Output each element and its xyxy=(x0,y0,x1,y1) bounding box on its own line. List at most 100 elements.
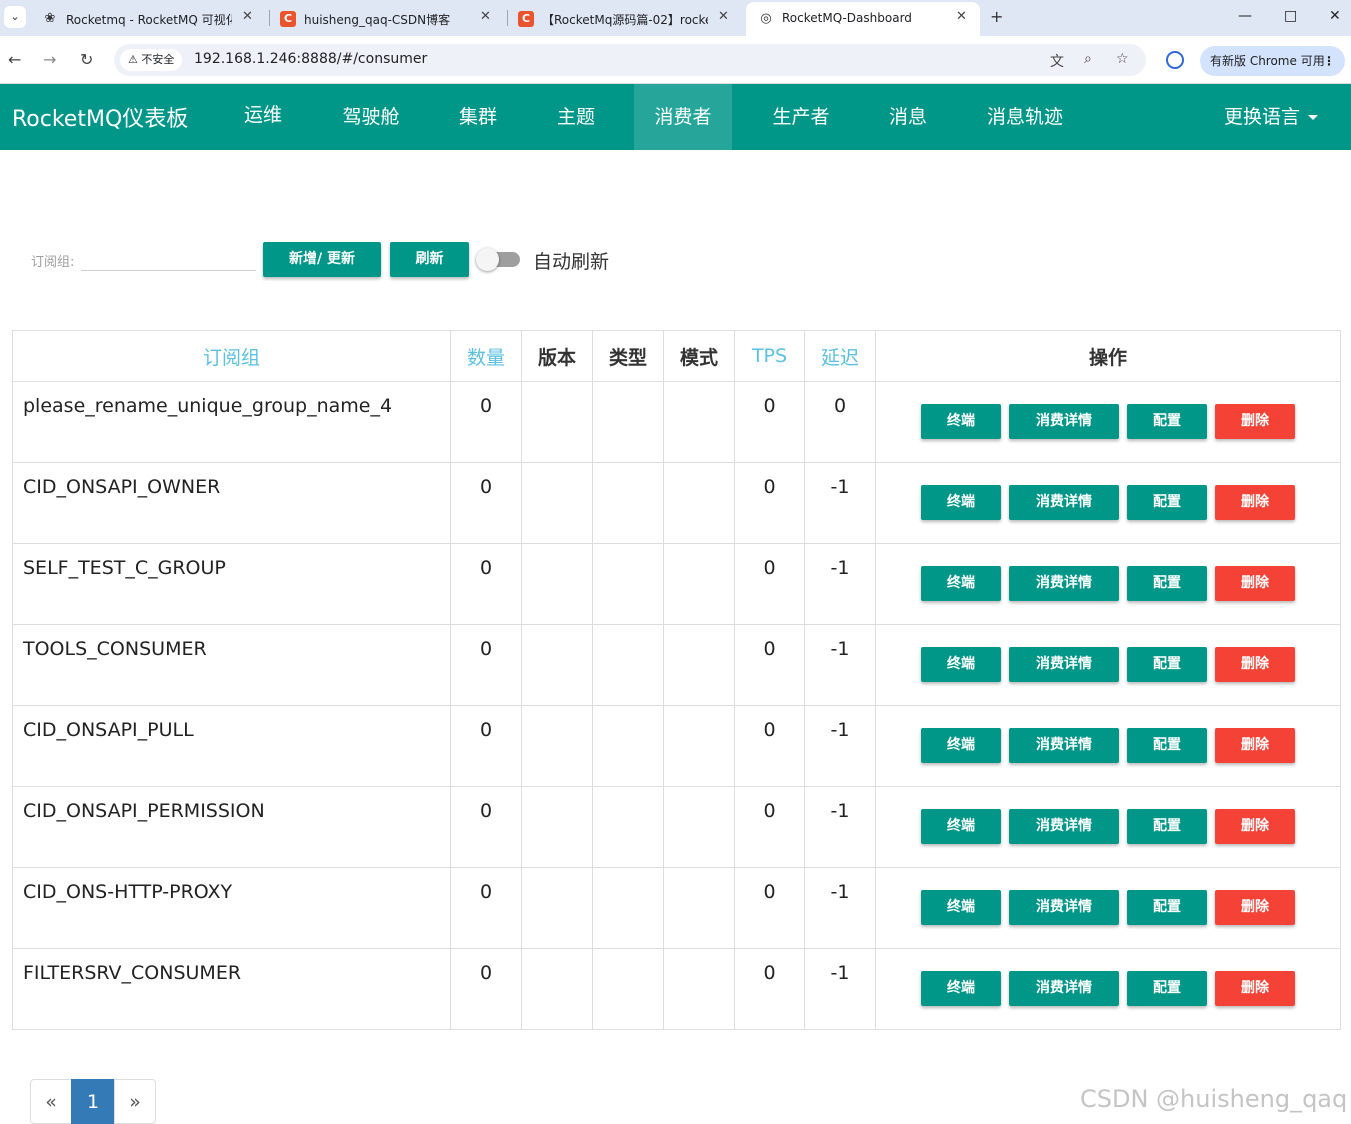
zoom-icon[interactable]: ⌕ xyxy=(1084,51,1092,67)
version-cell xyxy=(521,543,593,625)
kebab-menu-icon[interactable]: ⋮ xyxy=(1323,46,1335,76)
count-cell: 0 xyxy=(450,867,522,949)
subscription-group-input[interactable] xyxy=(81,245,256,271)
nav-item-cluster[interactable]: 集群 xyxy=(438,84,518,150)
add-update-button[interactable]: 新增/ 更新 xyxy=(263,242,381,277)
header-subscription-group[interactable]: 订阅组 xyxy=(12,330,451,382)
openai-icon: ❀ xyxy=(44,11,56,26)
browser-tab-3[interactable]: C 【RocketMq源码篇-02】rocke ✕ xyxy=(506,2,744,34)
security-chip[interactable]: ⚠ 不安全 xyxy=(120,49,183,71)
delete-button[interactable]: 删除 xyxy=(1215,728,1295,763)
config-button[interactable]: 配置 xyxy=(1127,809,1207,844)
delay-cell: -1 xyxy=(804,786,876,868)
nav-item-message[interactable]: 消息 xyxy=(868,84,948,150)
group-cell: please_rename_unique_group_name_4 xyxy=(12,381,451,463)
tab-search-chevron-icon[interactable]: ⌄ xyxy=(4,6,26,28)
browser-tab-2[interactable]: C huisheng_qaq-CSDN博客 ✕ xyxy=(268,2,508,34)
client-button[interactable]: 终端 xyxy=(921,809,1001,844)
maximize-icon[interactable]: □ xyxy=(1284,8,1297,24)
close-tab-icon[interactable]: ✕ xyxy=(718,9,729,24)
pagination-page-current[interactable]: 1 xyxy=(71,1079,115,1124)
consume-detail-button[interactable]: 消费详情 xyxy=(1009,647,1119,682)
nav-item-topic[interactable]: 主题 xyxy=(536,84,616,150)
config-button[interactable]: 配置 xyxy=(1127,971,1207,1006)
language-label: 更换语言 xyxy=(1224,106,1301,128)
client-button[interactable]: 终端 xyxy=(921,404,1001,439)
refresh-button[interactable]: 刷新 xyxy=(390,242,469,277)
tps-cell: 0 xyxy=(734,867,805,949)
auto-refresh-toggle[interactable] xyxy=(476,248,499,271)
config-button[interactable]: 配置 xyxy=(1127,647,1207,682)
header-delay[interactable]: 延迟 xyxy=(804,330,876,382)
consume-detail-button[interactable]: 消费详情 xyxy=(1009,485,1119,520)
type-cell xyxy=(592,381,664,463)
tps-cell: 0 xyxy=(734,381,805,463)
new-tab-icon[interactable]: + xyxy=(990,7,1003,26)
mode-cell xyxy=(663,543,735,625)
pagination-prev[interactable]: « xyxy=(30,1079,72,1124)
url-text[interactable]: 192.168.1.246:8888/#/consumer xyxy=(194,51,427,67)
nav-item-message-trace[interactable]: 消息轨迹 xyxy=(966,84,1084,150)
delete-button[interactable]: 删除 xyxy=(1215,566,1295,601)
forward-arrow-icon[interactable]: → xyxy=(43,50,56,69)
mode-cell xyxy=(663,867,735,949)
delete-button[interactable]: 删除 xyxy=(1215,647,1295,682)
client-button[interactable]: 终端 xyxy=(921,647,1001,682)
brand-title[interactable]: RocketMQ仪表板 xyxy=(12,101,188,133)
config-button[interactable]: 配置 xyxy=(1127,404,1207,439)
consume-detail-button[interactable]: 消费详情 xyxy=(1009,890,1119,925)
delete-button[interactable]: 删除 xyxy=(1215,809,1295,844)
consume-detail-button[interactable]: 消费详情 xyxy=(1009,809,1119,844)
omnibox[interactable]: ⚠ 不安全 192.168.1.246:8888/#/consumer 文 ⌕ … xyxy=(114,44,1146,76)
browser-tab-4-active[interactable]: ◎ RocketMQ-Dashboard ✕ xyxy=(746,2,980,36)
header-count[interactable]: 数量 xyxy=(450,330,522,382)
nav-item-consumer[interactable]: 消费者 xyxy=(634,84,732,150)
config-button[interactable]: 配置 xyxy=(1127,485,1207,520)
operations-cell: 终端 消费详情 配置 删除 xyxy=(875,624,1341,706)
config-button[interactable]: 配置 xyxy=(1127,728,1207,763)
browser-tab-1[interactable]: ❀ Rocketmq - RocketMQ 可视化 ✕ xyxy=(30,2,270,34)
delete-button[interactable]: 删除 xyxy=(1215,971,1295,1006)
back-arrow-icon[interactable]: ← xyxy=(8,50,21,69)
type-cell xyxy=(592,705,664,787)
csdn-icon: C xyxy=(518,11,534,27)
reload-icon[interactable]: ↻ xyxy=(80,50,93,69)
translate-icon[interactable]: 文 xyxy=(1050,51,1064,71)
client-button[interactable]: 终端 xyxy=(921,971,1001,1006)
config-button[interactable]: 配置 xyxy=(1127,890,1207,925)
client-button[interactable]: 终端 xyxy=(921,890,1001,925)
delete-button[interactable]: 删除 xyxy=(1215,404,1295,439)
minimize-icon[interactable]: — xyxy=(1238,8,1252,24)
bookmark-star-icon[interactable]: ☆ xyxy=(1116,51,1129,67)
consume-detail-button[interactable]: 消费详情 xyxy=(1009,728,1119,763)
chrome-update-button[interactable]: 有新版 Chrome 可用 ⋮ xyxy=(1200,46,1345,76)
close-tab-icon[interactable]: ✕ xyxy=(480,9,491,24)
profile-avatar-icon[interactable] xyxy=(1166,51,1184,69)
nav-item-dashboard[interactable]: 驾驶舱 xyxy=(322,84,420,150)
delete-button[interactable]: 删除 xyxy=(1215,890,1295,925)
consume-detail-button[interactable]: 消费详情 xyxy=(1009,404,1119,439)
consume-detail-button[interactable]: 消费详情 xyxy=(1009,971,1119,1006)
language-dropdown[interactable]: 更换语言 xyxy=(1224,102,1319,129)
nav-item-producer[interactable]: 生产者 xyxy=(752,84,850,150)
group-cell: CID_ONS-HTTP-PROXY xyxy=(12,867,451,949)
close-tab-icon[interactable]: ✕ xyxy=(242,9,253,24)
pagination-next[interactable]: » xyxy=(114,1079,156,1124)
type-cell xyxy=(592,948,664,1030)
mode-cell xyxy=(663,786,735,868)
operations-cell: 终端 消费详情 配置 删除 xyxy=(875,381,1341,463)
header-mode: 模式 xyxy=(663,330,735,382)
close-tab-icon[interactable]: ✕ xyxy=(956,9,967,24)
client-button[interactable]: 终端 xyxy=(921,566,1001,601)
close-window-icon[interactable]: ✕ xyxy=(1329,8,1341,24)
browser-tab-title: huisheng_qaq-CSDN博客 xyxy=(304,13,451,27)
header-tps[interactable]: TPS xyxy=(734,330,805,382)
client-button[interactable]: 终端 xyxy=(921,485,1001,520)
operations-cell: 终端 消费详情 配置 删除 xyxy=(875,948,1341,1030)
delete-button[interactable]: 删除 xyxy=(1215,485,1295,520)
client-button[interactable]: 终端 xyxy=(921,728,1001,763)
config-button[interactable]: 配置 xyxy=(1127,566,1207,601)
nav-item-ops[interactable]: 运维 xyxy=(228,84,298,150)
consume-detail-button[interactable]: 消费详情 xyxy=(1009,566,1119,601)
version-cell xyxy=(521,948,593,1030)
